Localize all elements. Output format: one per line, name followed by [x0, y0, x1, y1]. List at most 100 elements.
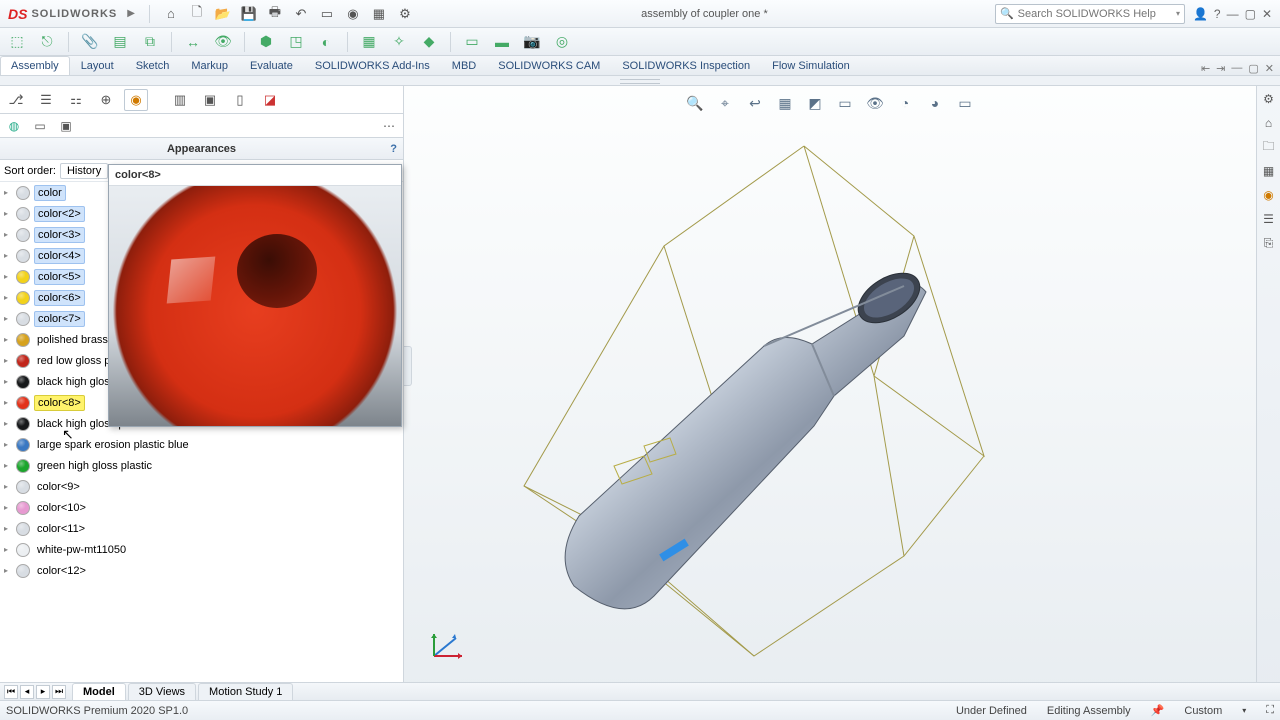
appearances-lib-icon[interactable]: ◉: [1260, 186, 1278, 204]
new-icon[interactable]: 🗋: [188, 5, 206, 23]
decal-icon[interactable]: ▭: [30, 117, 50, 135]
display-tab-icon[interactable]: ◉: [124, 89, 148, 111]
dim-tab-icon[interactable]: ⊕: [94, 89, 118, 111]
attach-icon[interactable]: 📎: [79, 31, 101, 53]
snapshot-icon[interactable]: 📷: [521, 31, 543, 53]
custom-props-icon[interactable]: ☰: [1260, 210, 1278, 228]
tab-mbd[interactable]: MBD: [441, 56, 487, 75]
graphics-viewport[interactable]: 🔍 ⌖ ↩ ▦ ◩ ▭ 👁 ◔ ◕ ▭: [404, 86, 1256, 700]
help-icon[interactable]: ?: [1214, 7, 1221, 21]
toolbar-drag-handle[interactable]: [0, 76, 1280, 86]
box1-icon[interactable]: ▭: [461, 31, 483, 53]
resources-icon[interactable]: ⚙: [1260, 90, 1278, 108]
tab-assembly[interactable]: Assembly: [0, 56, 70, 75]
scene-icon[interactable]: ◍: [4, 117, 24, 135]
dropdown-icon[interactable]: ▶: [127, 8, 135, 19]
move-component-icon[interactable]: ↔: [182, 31, 204, 53]
appearance-row[interactable]: ▸green high gloss plastic: [0, 455, 403, 476]
reference-geom-icon[interactable]: ◳: [285, 31, 307, 53]
help-search[interactable]: 🔍 ▾: [995, 4, 1185, 24]
insert-component-icon[interactable]: ⬚: [6, 31, 28, 53]
appearance-label: polished brass: [34, 333, 111, 347]
tab-evaluate[interactable]: Evaluate: [239, 56, 304, 75]
appearance-preview-tooltip: color<8>: [108, 164, 402, 427]
instant3d-icon[interactable]: ◆: [418, 31, 440, 53]
filter3-icon[interactable]: ▯: [228, 89, 252, 111]
select-icon[interactable]: ▭: [318, 5, 336, 23]
filter4-icon[interactable]: ◪: [258, 89, 282, 111]
print-icon[interactable]: 🖶: [266, 5, 284, 23]
pattern-icon[interactable]: ▤: [109, 31, 131, 53]
status-unit-system[interactable]: Custom: [1184, 705, 1222, 717]
doc-close-icon[interactable]: ✕: [1265, 62, 1274, 75]
view-triad-icon[interactable]: [428, 628, 472, 662]
options-icon[interactable]: ▦: [370, 5, 388, 23]
render-icon[interactable]: ◎: [551, 31, 573, 53]
panel-collapse-handle[interactable]: [404, 346, 412, 386]
tab-sketch[interactable]: Sketch: [125, 56, 181, 75]
status-version: SOLIDWORKS Premium 2020 SP1.0: [6, 705, 188, 717]
tab-next-icon[interactable]: ▸: [36, 685, 50, 699]
close-icon[interactable]: ✕: [1262, 7, 1272, 21]
assembly-feature-icon[interactable]: ⬢: [255, 31, 277, 53]
tab-markup[interactable]: Markup: [180, 56, 239, 75]
camera-icon[interactable]: ▣: [56, 117, 76, 135]
help-search-input[interactable]: [1018, 8, 1172, 20]
feature-tree-tab-icon[interactable]: ⎇: [4, 89, 28, 111]
doc-minimize-icon[interactable]: —: [1231, 62, 1242, 75]
collapse-left-icon[interactable]: ⇤: [1201, 62, 1210, 75]
design-lib-icon[interactable]: ⌂: [1260, 114, 1278, 132]
file-explorer-icon[interactable]: 🗀: [1260, 138, 1278, 156]
appearance-row[interactable]: ▸color<12>: [0, 560, 403, 581]
filter2-icon[interactable]: ▣: [198, 89, 222, 111]
user-icon[interactable]: 👤: [1193, 7, 1208, 21]
tab-prev-icon[interactable]: ◂: [20, 685, 34, 699]
tab-layout[interactable]: Layout: [70, 56, 125, 75]
show-hidden-icon[interactable]: 👁: [212, 31, 234, 53]
tab-cam[interactable]: SOLIDWORKS CAM: [487, 56, 611, 75]
doc-maximize-icon[interactable]: ▢: [1248, 62, 1258, 75]
undo-icon[interactable]: ↶: [292, 5, 310, 23]
bottom-tab-3dviews[interactable]: 3D Views: [128, 683, 196, 700]
appearances-title-text: Appearances: [167, 143, 236, 155]
view-palette-icon[interactable]: ▦: [1260, 162, 1278, 180]
tab-last-icon[interactable]: ⏭: [52, 685, 66, 699]
appearance-row[interactable]: ▸color<9>: [0, 476, 403, 497]
collapse-right-icon[interactable]: ⇥: [1216, 62, 1225, 75]
bom-icon[interactable]: ▦: [358, 31, 380, 53]
new-motion-icon[interactable]: ◐: [315, 31, 337, 53]
bottom-tab-model[interactable]: Model: [72, 683, 126, 700]
rebuild-icon[interactable]: ◉: [344, 5, 362, 23]
pin-icon[interactable]: 📌: [1151, 704, 1165, 717]
status-maximize-icon[interactable]: ⛶: [1266, 704, 1274, 717]
smart-fastener-icon[interactable]: ⧉: [139, 31, 161, 53]
pane-options-icon[interactable]: ⋯: [379, 117, 399, 135]
bottom-tab-motion[interactable]: Motion Study 1: [198, 683, 293, 700]
color-swatch-icon: [16, 186, 30, 200]
search-dropdown-icon[interactable]: ▾: [1176, 9, 1180, 18]
config-tab-icon[interactable]: ⚏: [64, 89, 88, 111]
open-icon[interactable]: 📂: [214, 5, 232, 23]
settings-gear-icon[interactable]: ⚙: [396, 5, 414, 23]
panel-help-icon[interactable]: ?: [390, 143, 397, 155]
status-dropdown-icon[interactable]: ▾: [1242, 706, 1246, 715]
home-icon[interactable]: ⌂: [162, 5, 180, 23]
tab-first-icon[interactable]: ⏮: [4, 685, 18, 699]
minimize-icon[interactable]: —: [1227, 7, 1239, 21]
property-tab-icon[interactable]: ☰: [34, 89, 58, 111]
forum-icon[interactable]: ⎘: [1260, 234, 1278, 252]
filter1-icon[interactable]: ▥: [168, 89, 192, 111]
save-icon[interactable]: 💾: [240, 5, 258, 23]
appearance-row[interactable]: ▸large spark erosion plastic blue: [0, 434, 403, 455]
tab-addins[interactable]: SOLIDWORKS Add-Ins: [304, 56, 441, 75]
exploded-icon[interactable]: ✧: [388, 31, 410, 53]
appearance-row[interactable]: ▸color<11>: [0, 518, 403, 539]
tab-flow[interactable]: Flow Simulation: [761, 56, 861, 75]
appearance-row[interactable]: ▸white-pw-mt11050: [0, 539, 403, 560]
box2-icon[interactable]: ▬: [491, 31, 513, 53]
tab-inspection[interactable]: SOLIDWORKS Inspection: [611, 56, 761, 75]
sort-history-button[interactable]: History: [60, 163, 108, 179]
mate-icon[interactable]: ⎋: [36, 31, 58, 53]
appearance-row[interactable]: ▸color<10>: [0, 497, 403, 518]
maximize-icon[interactable]: ▢: [1245, 7, 1256, 21]
